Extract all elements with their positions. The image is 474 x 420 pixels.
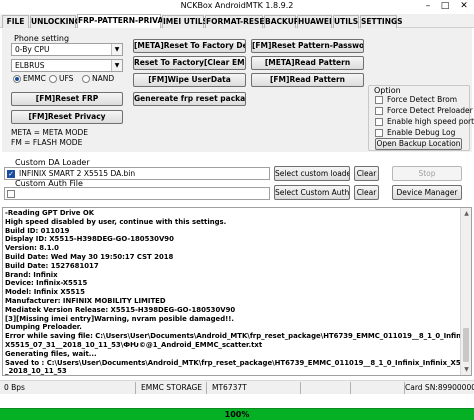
fm-read-pattern-button[interactable]: [FM]Read Pattern <box>251 73 364 87</box>
log-output[interactable]: -Reading GPT Drive OK High speed disable… <box>2 207 472 376</box>
status-separator <box>350 382 351 394</box>
scroll-down-icon[interactable]: ▼ <box>462 365 471 374</box>
enable-high-speed-port-checkbox[interactable] <box>375 118 383 126</box>
radio-nand-label: NAND <box>92 74 115 83</box>
chip-select-value: ELBRUS <box>15 61 45 70</box>
radio-ufs[interactable] <box>49 75 57 83</box>
chip-select[interactable]: ELBRUS ▼ <box>11 59 123 72</box>
status-separator <box>300 382 301 394</box>
radio-emmc-label: EMMC <box>23 74 46 83</box>
generate-frp-package-button[interactable]: Genereate frp reset package <box>133 92 246 106</box>
cpu-select-value: 0-By CPU <box>15 45 50 54</box>
meta-mode-note: META = META MODE <box>11 128 89 137</box>
log-text: -Reading GPT Drive OK High speed disable… <box>5 209 460 376</box>
custom-da-loader-label: Custom DA Loader <box>15 158 90 167</box>
tab-frp-pattern-privacy[interactable]: FRP-PATTERN-PRIVACY <box>77 14 174 28</box>
tab-bar: FILE UNLOCKING FRP-PATTERN-PRIVACY IMEI … <box>0 14 474 28</box>
force-detect-brom-label: Force Detect Brom <box>387 95 458 104</box>
clear-loader-button[interactable]: Clear <box>354 166 379 181</box>
custom-auth-file-checkbox[interactable] <box>7 190 15 198</box>
enable-debug-log-label: Enable Debug Log <box>387 128 456 137</box>
option-label: Option <box>374 86 401 95</box>
enable-high-speed-port-label: Enable high speed port <box>387 117 474 126</box>
progress-text: 100% <box>224 410 250 419</box>
chevron-down-icon: ▼ <box>111 44 122 55</box>
status-speed: 0 Bps <box>4 383 25 392</box>
close-button[interactable]: ✕ <box>455 0 473 12</box>
fm-reset-pattern-password-button[interactable]: [FM]Reset Pattern-Password <box>251 39 364 53</box>
status-separator <box>206 382 207 394</box>
chevron-down-icon: ▼ <box>111 60 122 71</box>
meta-read-pattern-button[interactable]: [META]Read Pattern <box>251 56 364 70</box>
flash-mode-note: FM = FLASH MODE <box>11 138 83 147</box>
window-title: NCKBox AndroidMTK 1.8.9.2 <box>180 1 294 10</box>
scroll-up-icon[interactable]: ▲ <box>462 209 471 218</box>
select-custom-auth-button[interactable]: Select Custom Auth <box>274 185 350 200</box>
radio-nand[interactable] <box>82 75 90 83</box>
status-card-sn: Card SN:89900000834 <box>405 383 474 392</box>
meta-reset-factory-button[interactable]: [META]Reset To Factory Default <box>133 39 246 53</box>
status-storage: EMMC STORAGE <box>141 383 203 392</box>
minimize-button[interactable]: – <box>420 0 436 12</box>
reset-factory-clear-emmc-button[interactable]: Reset To Factory[Clear EMMC] <box>133 56 246 70</box>
force-detect-preloader-checkbox[interactable] <box>375 107 383 115</box>
tab-file[interactable]: FILE <box>2 15 29 28</box>
clear-auth-button[interactable]: Clear <box>354 185 379 200</box>
stop-button[interactable]: Stop <box>392 166 462 181</box>
tab-unlocking[interactable]: UNLOCKING <box>30 15 81 28</box>
tab-imei-utils[interactable]: IMEI UTILS <box>162 15 208 28</box>
cpu-select[interactable]: 0-By CPU ▼ <box>11 43 123 56</box>
tab-format-reset[interactable]: FORMAT-RESET <box>205 15 270 28</box>
fm-reset-frp-button[interactable]: [FM]Reset FRP <box>11 92 123 106</box>
tab-utils[interactable]: UTILS <box>333 15 359 28</box>
status-bar: 0 Bps EMMC STORAGE MT6737T Card SN:89900… <box>0 380 474 394</box>
tab-huawei[interactable]: HUAWEI <box>297 15 332 28</box>
enable-debug-log-checkbox[interactable] <box>375 129 383 137</box>
fm-wipe-userdata-button[interactable]: [FM]Wipe UserData <box>133 73 246 87</box>
select-custom-loader-button[interactable]: Select custom loader <box>274 166 350 181</box>
custom-auth-file-field[interactable] <box>4 187 270 200</box>
status-cpu: MT6737T <box>212 383 247 392</box>
status-separator <box>135 382 136 394</box>
log-scrollbar[interactable]: ▲ ▼ <box>460 208 471 375</box>
scroll-thumb[interactable] <box>463 328 469 362</box>
maximize-button[interactable]: □ <box>437 0 453 12</box>
tab-settings[interactable]: SETTINGS <box>360 15 403 28</box>
frp-pattern-privacy-panel: Phone setting 0-By CPU ▼ ELBRUS ▼ EMMC U… <box>2 28 474 152</box>
phone-setting-label: Phone setting <box>14 34 70 43</box>
force-detect-brom-checkbox[interactable] <box>375 96 383 104</box>
open-backup-location-button[interactable]: Open Backup Location <box>375 138 462 150</box>
progress-bar: 100% <box>0 408 474 420</box>
fm-reset-privacy-button[interactable]: [FM]Reset Privacy <box>11 110 123 124</box>
force-detect-preloader-label: Force Detect Preloader <box>387 106 473 115</box>
custom-da-loader-value: INFINIX SMART 2 X5515 DA.bin <box>19 169 136 178</box>
radio-emmc[interactable] <box>13 75 21 83</box>
custom-da-loader-checkbox[interactable]: ✓ <box>7 170 15 178</box>
title-bar: NCKBox AndroidMTK 1.8.9.2 – □ ✕ <box>0 0 474 13</box>
tab-backup[interactable]: BACKUP <box>264 15 299 28</box>
radio-ufs-label: UFS <box>59 74 74 83</box>
device-manager-button[interactable]: Device Manager <box>392 185 462 200</box>
